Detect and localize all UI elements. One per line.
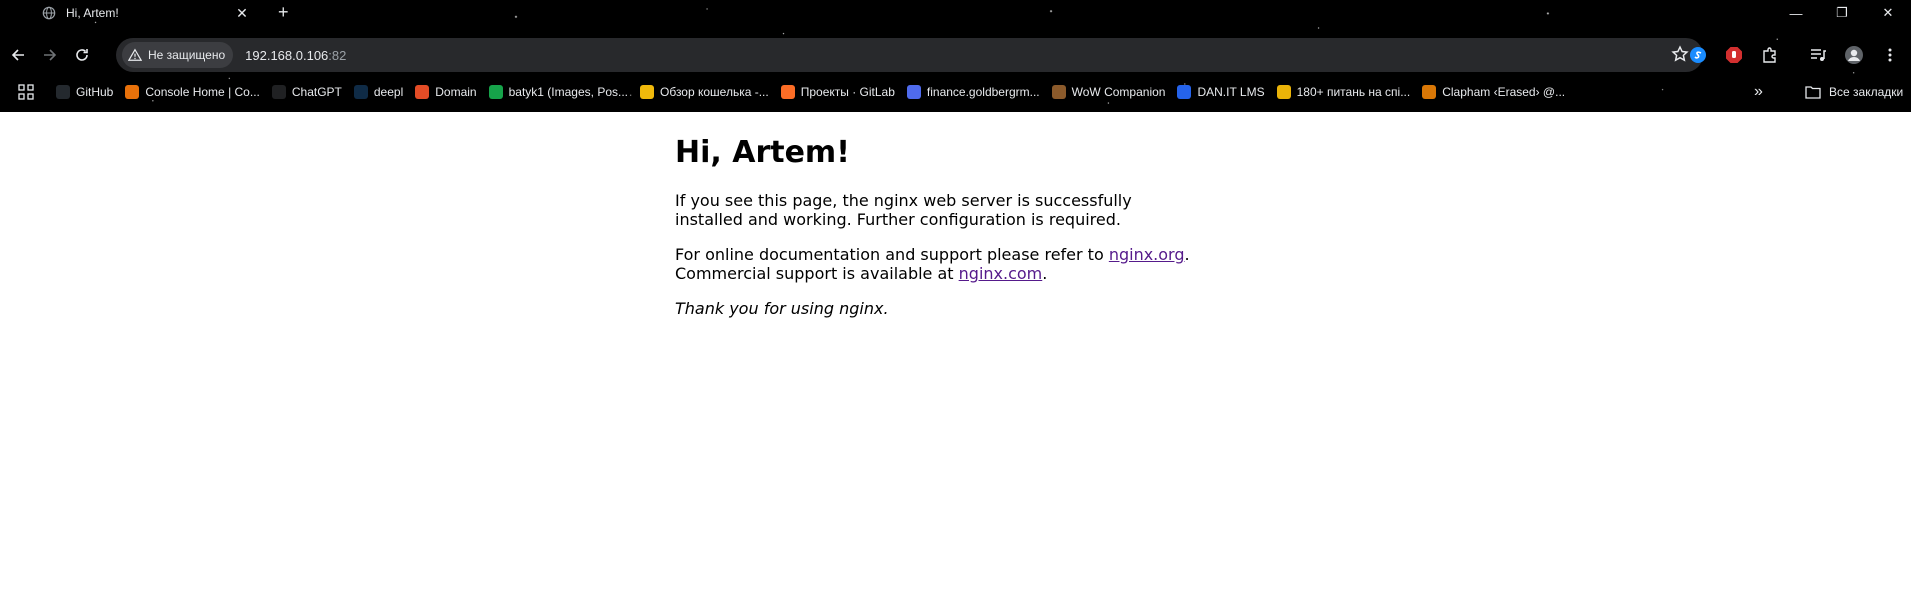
bookmark-item[interactable]: batyk1 (Images, Pos... — [488, 80, 628, 104]
thanks-text: Thank you for using nginx. — [675, 299, 889, 318]
reload-button[interactable] — [66, 39, 98, 71]
bookmark-item[interactable]: Domain — [415, 80, 477, 104]
tab-close-icon[interactable]: ✕ — [232, 5, 252, 22]
chatgpt-icon — [271, 85, 286, 99]
bookmark-item[interactable]: Проекты · GitLab — [780, 80, 895, 104]
bookmark-item[interactable]: deepl — [353, 80, 404, 104]
binance-icon — [640, 85, 654, 99]
shazam-extension[interactable] — [1680, 39, 1716, 71]
queue-music-icon — [1811, 49, 1826, 61]
avatar-icon — [1845, 46, 1863, 64]
menu-button[interactable] — [1872, 39, 1908, 71]
bookmark-item[interactable]: Clapham ‹Erased› @... — [1422, 80, 1565, 104]
finance-icon — [906, 85, 921, 99]
docs-paragraph: For online documentation and support ple… — [675, 245, 1195, 283]
all-bookmarks-label: Все закладки — [1829, 85, 1904, 99]
globe-icon — [42, 6, 56, 20]
bookmark-label: deepl — [373, 85, 404, 99]
bookmark-label: Проекты · GitLab — [800, 85, 895, 99]
intro-paragraph: If you see this page, the nginx web serv… — [675, 191, 1132, 229]
bookmark-item[interactable]: Console Home | Co... — [125, 80, 260, 104]
new-tab-button[interactable]: + — [278, 2, 289, 22]
toolbar: Не защищено 192.168.0.106:82 — [0, 36, 1911, 74]
bookmark-item[interactable]: ChatGPT — [271, 80, 342, 104]
restore-button[interactable]: ❐ — [1819, 0, 1865, 26]
bookmark-item[interactable]: DAN.IT LMS — [1177, 80, 1265, 104]
apps-grid-icon — [18, 84, 34, 100]
profile-button[interactable] — [1836, 39, 1872, 71]
tab-title: Hi, Artem! — [66, 6, 119, 20]
bookmark-list: GitHub Console Home | Co... ChatGPT deepl Do… — [56, 80, 1577, 104]
all-bookmarks-button[interactable]: Все закладки — [1805, 80, 1903, 104]
bookmark-item[interactable]: WoW Companion — [1051, 80, 1166, 104]
close-window-button[interactable]: ✕ — [1865, 0, 1911, 26]
kebab-menu-icon — [1888, 48, 1892, 62]
bookmarks-overflow-button[interactable]: » — [1754, 80, 1763, 104]
nginx-com-link[interactable]: nginx.com — [959, 264, 1043, 283]
bookmark-label: Clapham ‹Erased› @... — [1442, 85, 1566, 99]
commercial-text: Commercial support is available at — [675, 264, 959, 283]
nginx-welcome-content: Hi, Artem! If you see this page, the ngi… — [675, 112, 1195, 334]
browser-chrome: Hi, Artem! ✕ + — ❐ ✕ Не защищено 192.168… — [0, 0, 1911, 112]
bookmark-item[interactable]: Обзор кошелька -... — [640, 80, 769, 104]
clapham-icon — [1422, 85, 1437, 99]
media-button[interactable] — [1800, 39, 1836, 71]
bookmark-label: 180+ питань на спі... — [1296, 85, 1411, 99]
docs-text: For online documentation and support ple… — [675, 245, 1109, 264]
bookmark-label: Domain — [435, 85, 477, 99]
reload-icon — [76, 49, 88, 61]
warning-icon — [128, 48, 142, 61]
shazam-icon — [1690, 47, 1706, 63]
deepl-icon — [353, 85, 368, 99]
arrow-left-icon — [11, 49, 24, 61]
address-bar[interactable]: Не защищено 192.168.0.106:82 — [116, 38, 1703, 72]
url-port: :82 — [328, 47, 347, 63]
github-icon — [56, 85, 70, 99]
adblock-extension[interactable] — [1716, 39, 1752, 71]
security-chip[interactable]: Не защищено — [122, 42, 234, 68]
tab-active[interactable]: Hi, Artem! ✕ — [30, 0, 262, 26]
bookmark-label: batyk1 (Images, Pos... — [508, 85, 628, 99]
danit-icon — [1177, 85, 1192, 99]
commercial-period: . — [1042, 264, 1048, 283]
docs-period: . — [1184, 245, 1190, 264]
questions-icon — [1276, 85, 1291, 99]
bookmark-label: DAN.IT LMS — [1197, 85, 1265, 99]
arrow-right-icon — [44, 49, 57, 61]
gitlab-icon — [780, 85, 795, 99]
apps-button[interactable] — [12, 80, 40, 104]
batyk-icon — [488, 85, 503, 99]
bookmark-label: GitHub — [76, 85, 114, 99]
window-controls: — ❐ ✕ — [1773, 0, 1911, 26]
bookmark-item[interactable]: finance.goldbergrm... — [906, 80, 1040, 104]
url-host: 192.168.0.106 — [245, 47, 329, 63]
bookmark-label: finance.goldbergrm... — [926, 85, 1040, 99]
bookmark-label: Console Home | Co... — [145, 85, 260, 99]
forward-button[interactable] — [34, 39, 66, 71]
toolbar-right — [1680, 36, 1908, 74]
nginx-org-link[interactable]: nginx.org — [1109, 245, 1185, 264]
domain-icon — [415, 85, 430, 99]
wow-icon — [1051, 85, 1066, 99]
bookmark-label: Обзор кошелька -... — [660, 85, 769, 99]
extensions-button[interactable] — [1752, 39, 1788, 71]
bookmarks-bar: GitHub Console Home | Co... ChatGPT deepl Do… — [0, 80, 1911, 104]
folder-icon — [1805, 86, 1821, 99]
aws-console-icon — [125, 85, 140, 99]
tab-strip: Hi, Artem! ✕ + — ❐ ✕ — [0, 0, 1911, 26]
security-label: Не защищено — [148, 48, 226, 62]
bookmark-item[interactable]: 180+ питань на спі... — [1276, 80, 1411, 104]
bookmark-label: WoW Companion — [1071, 85, 1166, 99]
bookmark-item[interactable]: GitHub — [56, 80, 113, 104]
bookmark-label: ChatGPT — [291, 85, 342, 99]
page-heading: Hi, Artem! — [675, 135, 850, 170]
page-viewport: Hi, Artem! If you see this page, the ngi… — [0, 112, 1911, 597]
minimize-button[interactable]: — — [1773, 0, 1819, 26]
puzzle-icon — [1763, 47, 1776, 63]
back-button[interactable] — [2, 39, 34, 71]
adblock-icon — [1726, 47, 1742, 63]
